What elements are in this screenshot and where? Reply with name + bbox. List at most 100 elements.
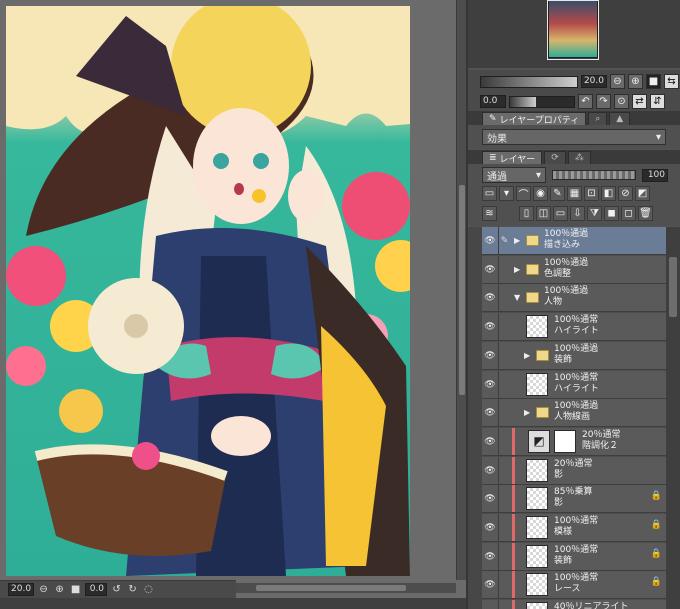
canvas-area[interactable]: 20.0 ⊖ ⊕ ■ 0.0 ↺ ↻ ◌ — [0, 0, 466, 609]
opacity-field[interactable]: 100 — [642, 168, 668, 182]
eye-icon[interactable]: 👁 — [484, 292, 496, 304]
edit-target-column[interactable] — [498, 370, 510, 398]
ruler-icon[interactable]: ⊘ — [618, 186, 633, 201]
transfer-down-icon[interactable]: ⇩ — [570, 206, 585, 221]
eye-icon[interactable]: 👁 — [484, 379, 496, 391]
edit-target-column[interactable] — [498, 485, 510, 513]
fit-view-icon[interactable]: ■ — [69, 583, 82, 596]
lock-icon[interactable]: 🔒 — [651, 577, 662, 587]
eye-icon[interactable]: 👁 — [484, 235, 496, 247]
zoom-field[interactable]: 20.0 — [8, 583, 35, 596]
tab-tool[interactable]: ▲ — [609, 112, 631, 125]
artwork-canvas[interactable] — [6, 6, 410, 576]
eye-icon[interactable]: 👁 — [484, 579, 496, 591]
edit-target-column[interactable] — [498, 456, 510, 484]
layer-color-icon[interactable]: ▭ — [482, 186, 497, 201]
lock-transparency-icon[interactable]: ▦ — [567, 186, 582, 201]
rotate-right-icon[interactable]: ↻ — [126, 583, 139, 596]
layer-stack-icon[interactable]: ≋ — [482, 206, 497, 221]
tab-auto-action[interactable]: ⁂ — [567, 151, 591, 164]
eye-icon[interactable]: 👁 — [484, 522, 496, 534]
rotate-right-icon[interactable]: ↷ — [596, 94, 611, 109]
reset-rotation-icon[interactable]: ⊙ — [614, 94, 629, 109]
edit-target-column[interactable] — [498, 427, 510, 455]
canvas-horizontal-scrollbar[interactable] — [236, 583, 456, 593]
scroll-thumb[interactable] — [459, 185, 465, 395]
mask-layer-icon[interactable]: ◻ — [621, 206, 636, 221]
layer-list-scrollbar[interactable] — [666, 227, 680, 609]
layer-mask-thumbnail[interactable] — [554, 429, 576, 453]
layer-row[interactable]: 👁 100％通常 レース 🔒 — [482, 571, 666, 600]
new-vector-layer-icon[interactable]: ◫ — [536, 206, 551, 221]
eye-icon[interactable]: 👁 — [484, 493, 496, 505]
canvas-vertical-scrollbar[interactable] — [456, 0, 466, 580]
reset-rotation-icon[interactable]: ◌ — [142, 583, 155, 596]
layer-row[interactable]: 👁 ◩ 20％通常 階調化２ — [482, 427, 666, 456]
layer-row[interactable]: 👁 ▶ 100％通過 人物線画 — [482, 399, 666, 428]
edit-target-column[interactable] — [498, 255, 510, 283]
lock-icon[interactable]: 🔒 — [651, 491, 662, 501]
edit-target-column[interactable] — [498, 542, 510, 570]
mask-icon[interactable]: ◧ — [601, 186, 616, 201]
pen-icon[interactable]: ✎ — [550, 186, 565, 201]
eye-icon[interactable]: 👁 — [484, 350, 496, 362]
layer-row[interactable]: 👁 100％通常 ハイライト — [482, 370, 666, 399]
fill-icon[interactable]: ■ — [646, 74, 661, 89]
edit-target-column[interactable] — [498, 284, 510, 312]
merge-down-icon[interactable]: ⧩ — [587, 206, 602, 221]
edit-target-column[interactable] — [498, 399, 510, 427]
flip-horizontal-icon[interactable]: ⇆ — [664, 74, 679, 89]
flip-vertical-alt-icon[interactable]: ⇵ — [650, 94, 665, 109]
layer-row[interactable]: 👁 ▶ 100％通過 装飾 — [482, 341, 666, 370]
eye-icon[interactable]: 👁 — [484, 407, 496, 419]
layer-row[interactable]: 👁 ▼ 100％通過 人物 — [482, 284, 666, 313]
scroll-thumb[interactable] — [669, 257, 677, 317]
zoom-in-icon[interactable]: ⊕ — [53, 583, 66, 596]
zoom-in-icon[interactable]: ⊕ — [628, 74, 643, 89]
dropdown-icon[interactable]: ▾ — [499, 186, 514, 201]
new-raster-layer-icon[interactable]: ▯ — [519, 206, 534, 221]
tab-layer[interactable]: ≣ レイヤー — [482, 151, 543, 165]
chevron-right-icon[interactable]: ▶ — [524, 408, 530, 417]
rotate-left-icon[interactable]: ↶ — [578, 94, 593, 109]
edit-target-column[interactable] — [498, 313, 510, 341]
chevron-right-icon[interactable]: ▶ — [514, 265, 520, 274]
tab-history[interactable]: ⟳ — [544, 151, 566, 164]
new-folder-icon[interactable]: ▭ — [553, 206, 568, 221]
rotate-left-icon[interactable]: ↺ — [110, 583, 123, 596]
edit-target-column[interactable]: ✎ — [498, 227, 510, 254]
layer-row[interactable]: 👁 100％通常 模様 🔒 — [482, 514, 666, 542]
opacity-slider[interactable] — [552, 170, 636, 180]
trash-icon[interactable]: 🗑 — [638, 206, 653, 221]
chevron-down-icon[interactable]: ▼ — [514, 293, 520, 302]
eye-icon[interactable]: 👁 — [484, 465, 496, 477]
brush-size-field[interactable]: 20.0 — [581, 75, 607, 88]
lock-icon[interactable]: 🔒 — [651, 549, 662, 559]
lock-icon[interactable]: 🔒 — [651, 520, 662, 530]
edit-target-column[interactable] — [498, 600, 510, 609]
palette-icon[interactable]: ◩ — [635, 186, 650, 201]
layer-row[interactable]: 👁 100％通常 ハイライト — [482, 313, 666, 342]
blend-mode-dropdown[interactable]: 通過 ▾ — [482, 167, 546, 183]
navigator-thumbnail[interactable] — [548, 0, 598, 58]
layer-row[interactable]: 👁 ▶ 100％通過 色調整 — [482, 255, 666, 284]
layer-row[interactable]: 👁 ✎ ▶ 100％通過 描き込み — [482, 227, 666, 255]
tab-layer-properties[interactable]: ✎ レイヤープロパティ — [482, 112, 587, 126]
eye-icon[interactable]: 👁 — [484, 436, 496, 448]
chevron-right-icon[interactable]: ▶ — [524, 351, 530, 360]
eye-icon[interactable]: 👁 — [484, 321, 496, 333]
zoom-out-icon[interactable]: ⊖ — [37, 583, 50, 596]
brush-size-slider[interactable] — [480, 75, 578, 88]
angle-field[interactable]: 0.0 — [85, 583, 108, 596]
reference-icon[interactable]: ◉ — [533, 186, 548, 201]
layer-row[interactable]: 👁 100％通常 装飾 🔒 — [482, 542, 666, 571]
edit-target-column[interactable] — [498, 514, 510, 541]
effect-dropdown[interactable]: 効果 ▾ — [482, 129, 666, 145]
layer-row[interactable]: 👁 20％通常影 — [482, 456, 666, 485]
edit-target-column[interactable] — [498, 341, 510, 369]
zoom-out-icon[interactable]: ⊖ — [610, 74, 625, 89]
flip-horizontal-alt-icon[interactable]: ⇄ — [632, 94, 647, 109]
chevron-right-icon[interactable]: ▶ — [514, 236, 520, 245]
apply-mask-icon[interactable]: ◼ — [604, 206, 619, 221]
layer-row[interactable]: 👁40％リニアライトグラデーション — [482, 600, 666, 609]
